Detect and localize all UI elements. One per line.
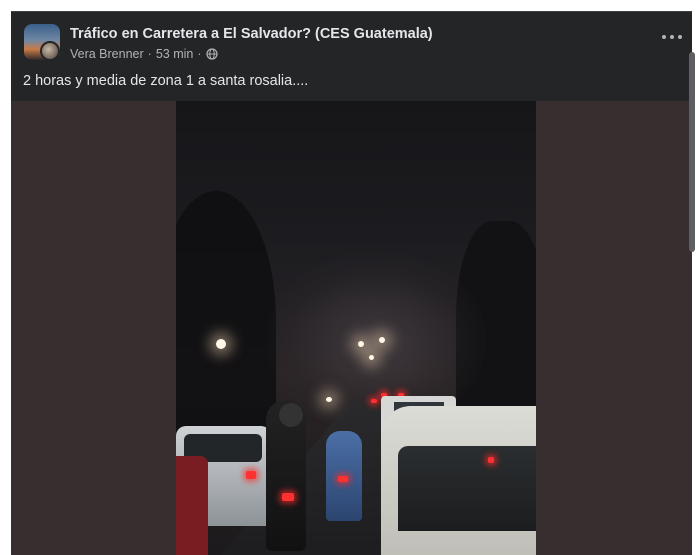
post-card: Tráfico en Carretera a El Salvador? (CES… [11, 11, 692, 555]
headlight [326, 397, 332, 402]
taillight [282, 493, 294, 501]
group-name-link[interactable]: Tráfico en Carretera a El Salvador? (CES… [70, 26, 433, 42]
author-name-link[interactable]: Vera Brenner [70, 47, 144, 61]
divider [11, 11, 692, 12]
globe-icon [205, 48, 218, 60]
taillight [246, 471, 256, 479]
author-avatar[interactable] [40, 41, 60, 61]
more-options-icon[interactable] [662, 31, 682, 43]
scrollbar-thumb[interactable] [689, 52, 695, 252]
car-red [176, 456, 208, 555]
taillight [371, 399, 377, 403]
meta-separator: · [147, 47, 152, 61]
tree-silhouette [176, 191, 276, 451]
street-lamp [379, 337, 385, 343]
street-lamp [358, 341, 364, 347]
street-lamp [216, 339, 226, 349]
taillight [488, 457, 494, 463]
video-frame[interactable] [176, 101, 536, 555]
post-timestamp[interactable]: 53 min [156, 47, 194, 61]
post-media[interactable] [11, 101, 692, 555]
street-lamp [369, 355, 374, 360]
taillight [338, 476, 348, 482]
rider-helmet [279, 403, 303, 427]
car-rear-window [398, 446, 536, 531]
post-meta: Vera Brenner · 53 min · [70, 47, 218, 61]
post-text: 2 horas y media de zona 1 a santa rosali… [23, 73, 309, 89]
group-avatar[interactable] [24, 24, 60, 61]
scrollbar[interactable] [688, 20, 696, 540]
meta-separator: · [197, 47, 202, 61]
